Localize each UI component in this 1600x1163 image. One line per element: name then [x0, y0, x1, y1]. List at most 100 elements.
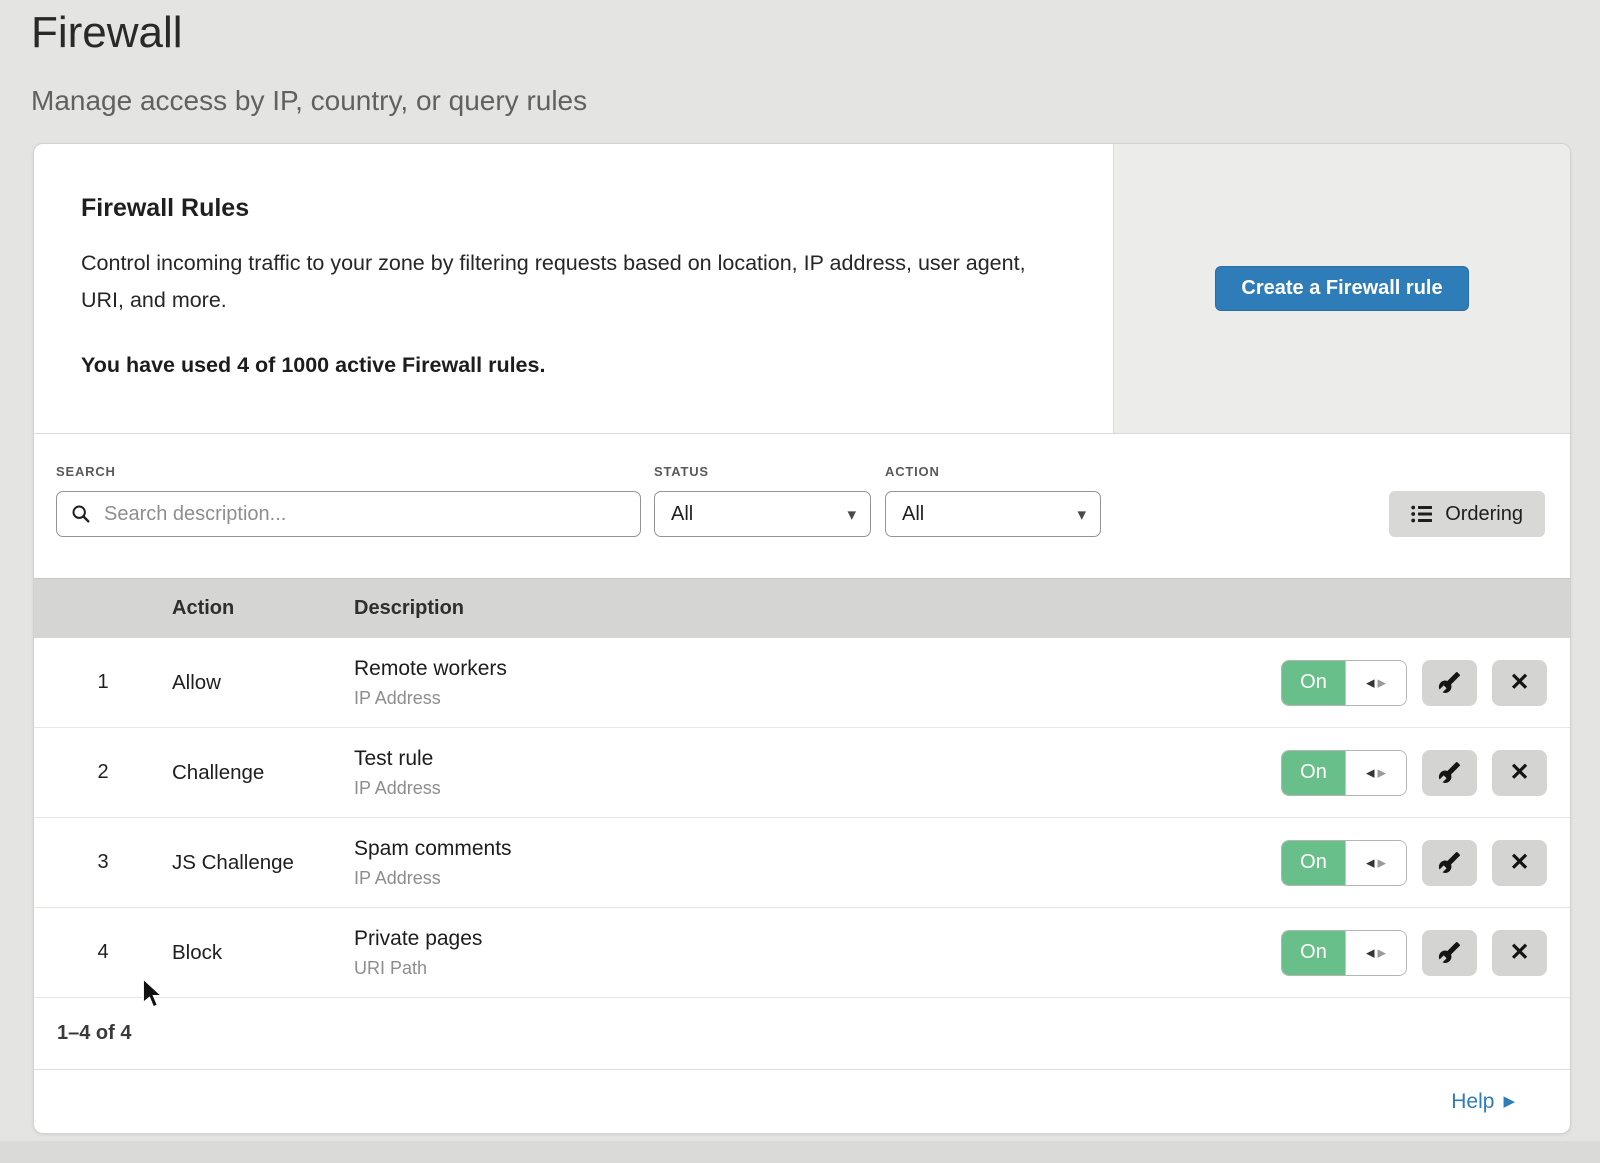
- rule-action: JS Challenge: [172, 851, 354, 875]
- caret-down-icon: ▾: [1077, 506, 1086, 523]
- toggle-handle: ◂▸: [1345, 661, 1406, 705]
- table-row: 4 Block Private pages URI Path On ◂▸ ✕: [34, 908, 1570, 998]
- status-label: STATUS: [654, 464, 871, 479]
- close-icon: ✕: [1509, 761, 1529, 785]
- toggle-right-arrow-icon: ▸: [1378, 764, 1387, 781]
- ordering-list-icon: [1411, 504, 1433, 524]
- table-row: 3 JS Challenge Spam comments IP Address …: [34, 818, 1570, 908]
- action-column-header: Action: [172, 597, 354, 620]
- toggle-on-label: On: [1282, 661, 1345, 705]
- page-bottom-strip: [0, 1141, 1600, 1163]
- rule-description: Test rule: [354, 747, 1281, 771]
- search-filter: SEARCH: [56, 464, 641, 537]
- rule-priority: 1: [34, 671, 172, 694]
- search-input[interactable]: [102, 502, 628, 527]
- rule-priority: 4: [34, 941, 172, 964]
- edit-rule-button[interactable]: [1422, 840, 1477, 886]
- close-icon: ✕: [1509, 851, 1529, 875]
- action-select-value: All: [902, 503, 924, 526]
- filters-bar: SEARCH STATUS All ▾ ACTION All ▾: [34, 434, 1570, 578]
- toggle-on-label: On: [1282, 841, 1345, 885]
- search-label: SEARCH: [56, 464, 641, 479]
- delete-rule-button[interactable]: ✕: [1492, 840, 1547, 886]
- table-row: 2 Challenge Test rule IP Address On ◂▸ ✕: [34, 728, 1570, 818]
- wrench-icon: [1438, 941, 1461, 964]
- edit-rule-button[interactable]: [1422, 750, 1477, 796]
- rule-description-cell: Test rule IP Address: [354, 747, 1281, 799]
- rule-priority: 3: [34, 851, 172, 874]
- toggle-handle: ◂▸: [1345, 931, 1406, 975]
- page-header: Firewall Manage access by IP, country, o…: [0, 0, 1600, 117]
- intro-text-block: Firewall Rules Control incoming traffic …: [34, 144, 1113, 433]
- firewall-rules-card: Firewall Rules Control incoming traffic …: [33, 143, 1571, 1134]
- rule-enabled-toggle[interactable]: On ◂▸: [1281, 750, 1407, 796]
- rule-controls: On ◂▸ ✕: [1281, 660, 1570, 706]
- pagination-text: 1–4 of 4: [57, 1022, 131, 1045]
- wrench-icon: [1438, 761, 1461, 784]
- card-description: Control incoming traffic to your zone by…: [81, 245, 1046, 319]
- wrench-icon: [1438, 851, 1461, 874]
- delete-rule-button[interactable]: ✕: [1492, 750, 1547, 796]
- toggle-on-label: On: [1282, 751, 1345, 795]
- ordering-button-label: Ordering: [1445, 503, 1523, 526]
- create-rule-panel: Create a Firewall rule: [1113, 144, 1570, 433]
- toggle-handle: ◂▸: [1345, 841, 1406, 885]
- toggle-left-arrow-icon: ◂: [1366, 674, 1375, 691]
- rules-table-header: Action Description: [34, 578, 1570, 638]
- help-bar: Help ▶: [34, 1070, 1570, 1133]
- rule-match-field: IP Address: [354, 868, 1281, 889]
- table-row: 1 Allow Remote workers IP Address On ◂▸ …: [34, 638, 1570, 728]
- toggle-left-arrow-icon: ◂: [1366, 854, 1375, 871]
- create-firewall-rule-button[interactable]: Create a Firewall rule: [1215, 266, 1468, 311]
- intro-section: Firewall Rules Control incoming traffic …: [34, 144, 1570, 434]
- status-select[interactable]: All ▾: [654, 491, 871, 537]
- rule-priority: 2: [34, 761, 172, 784]
- rule-match-field: URI Path: [354, 958, 1281, 979]
- rule-controls: On ◂▸ ✕: [1281, 750, 1570, 796]
- edit-rule-button[interactable]: [1422, 930, 1477, 976]
- description-column-header: Description: [354, 597, 1570, 620]
- help-link-label: Help: [1451, 1090, 1494, 1114]
- caret-down-icon: ▾: [847, 506, 856, 523]
- toggle-right-arrow-icon: ▸: [1378, 944, 1387, 961]
- rules-table-body: 1 Allow Remote workers IP Address On ◂▸ …: [34, 638, 1570, 998]
- edit-rule-button[interactable]: [1422, 660, 1477, 706]
- rule-match-field: IP Address: [354, 778, 1281, 799]
- rule-match-field: IP Address: [354, 688, 1281, 709]
- search-box[interactable]: [56, 491, 641, 537]
- pagination-bar: 1–4 of 4: [34, 998, 1570, 1070]
- close-icon: ✕: [1509, 671, 1529, 695]
- rule-description: Private pages: [354, 927, 1281, 951]
- wrench-icon: [1438, 671, 1461, 694]
- usage-note: You have used 4 of 1000 active Firewall …: [81, 353, 1053, 378]
- rule-enabled-toggle[interactable]: On ◂▸: [1281, 840, 1407, 886]
- delete-rule-button[interactable]: ✕: [1492, 930, 1547, 976]
- rule-action: Challenge: [172, 761, 354, 785]
- toggle-on-label: On: [1282, 931, 1345, 975]
- rule-controls: On ◂▸ ✕: [1281, 840, 1570, 886]
- toggle-left-arrow-icon: ◂: [1366, 764, 1375, 781]
- toggle-handle: ◂▸: [1345, 751, 1406, 795]
- status-filter: STATUS All ▾: [654, 464, 871, 537]
- rule-action: Block: [172, 941, 354, 965]
- help-link[interactable]: Help ▶: [1451, 1090, 1515, 1114]
- search-icon: [71, 504, 91, 524]
- rule-action: Allow: [172, 671, 354, 695]
- action-select[interactable]: All ▾: [885, 491, 1101, 537]
- delete-rule-button[interactable]: ✕: [1492, 660, 1547, 706]
- rule-enabled-toggle[interactable]: On ◂▸: [1281, 930, 1407, 976]
- action-filter: ACTION All ▾: [885, 464, 1101, 537]
- status-select-value: All: [671, 503, 693, 526]
- page-title: Firewall: [31, 8, 1600, 58]
- toggle-right-arrow-icon: ▸: [1378, 674, 1387, 691]
- rule-description: Spam comments: [354, 837, 1281, 861]
- page-subtitle: Manage access by IP, country, or query r…: [31, 85, 1600, 117]
- card-heading: Firewall Rules: [81, 194, 1053, 223]
- rule-controls: On ◂▸ ✕: [1281, 930, 1570, 976]
- ordering-button[interactable]: Ordering: [1389, 491, 1545, 537]
- action-label: ACTION: [885, 464, 1101, 479]
- toggle-left-arrow-icon: ◂: [1366, 944, 1375, 961]
- rule-enabled-toggle[interactable]: On ◂▸: [1281, 660, 1407, 706]
- rule-description-cell: Remote workers IP Address: [354, 657, 1281, 709]
- help-arrow-icon: ▶: [1503, 1094, 1515, 1109]
